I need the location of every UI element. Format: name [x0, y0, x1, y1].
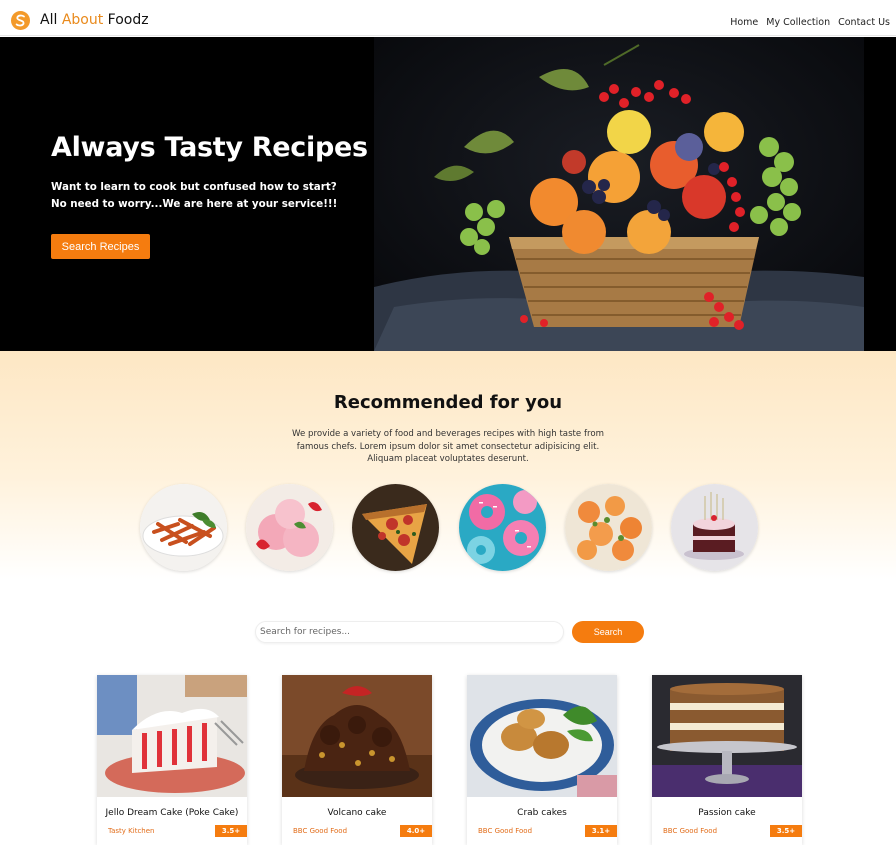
recipe-source[interactable]: Tasty Kitchen: [108, 827, 154, 835]
dish-circle-birthday-cake[interactable]: [671, 484, 758, 571]
search-input[interactable]: [255, 621, 564, 643]
nav-home[interactable]: Home: [730, 17, 758, 28]
hero-banner: Always Tasty Recipes Want to learn to co…: [0, 37, 896, 351]
recipe-image-volcano-cake[interactable]: [282, 675, 432, 797]
rating-badge: 3.5+: [215, 825, 247, 837]
recipe-card[interactable]: Crab cakes BBC Good Food 3.1+: [467, 675, 617, 845]
rating-badge: 3.5+: [770, 825, 802, 837]
dish-circle-ice-cream[interactable]: [246, 484, 333, 571]
dish-circle-shrimp[interactable]: [565, 484, 652, 571]
recipe-card[interactable]: Passion cake BBC Good Food 3.5+: [652, 675, 802, 845]
fruit-basket-image: [374, 37, 864, 351]
recipe-title[interactable]: Passion cake: [652, 808, 802, 818]
brand-name[interactable]: All About Foodz: [40, 12, 149, 28]
brand-part1: All: [40, 12, 62, 28]
brand-part2: Foodz: [103, 12, 149, 28]
dish-circle-pizza[interactable]: [352, 484, 439, 571]
rating-badge: 4.0+: [400, 825, 432, 837]
brand-highlight: About: [61, 12, 104, 28]
recipe-card[interactable]: Volcano cake BBC Good Food 4.0+: [282, 675, 432, 845]
dish-circle-pasta[interactable]: [140, 484, 227, 571]
search-recipes-button[interactable]: Search Recipes: [51, 234, 150, 259]
nav-links: Home My Collection Contact Us: [730, 17, 890, 28]
logo-icon[interactable]: [11, 11, 30, 30]
nav-my-collection[interactable]: My Collection: [766, 17, 830, 28]
recipe-source[interactable]: BBC Good Food: [478, 827, 532, 835]
recipe-title[interactable]: Volcano cake: [282, 808, 432, 818]
rating-badge: 3.1+: [585, 825, 617, 837]
recipe-source[interactable]: BBC Good Food: [293, 827, 347, 835]
hero-subtitle: Want to learn to cook but confused how t…: [51, 179, 337, 213]
recommended-section: Recommended for you We provide a variety…: [0, 351, 896, 580]
dish-circle-donuts[interactable]: [459, 484, 546, 571]
recipe-image-crab-cakes[interactable]: [467, 675, 617, 797]
recipe-image-passion-cake[interactable]: [652, 675, 802, 797]
hero-title: Always Tasty Recipes: [51, 132, 368, 163]
recipe-source[interactable]: BBC Good Food: [663, 827, 717, 835]
hero-subtitle-line2: No need to worry...We are here at your s…: [51, 198, 338, 210]
recommended-title: Recommended for you: [333, 392, 563, 413]
nav-contact-us[interactable]: Contact Us: [838, 17, 890, 28]
recipe-image-poke-cake[interactable]: [97, 675, 247, 797]
recommended-description: We provide a variety of food and beverag…: [292, 429, 604, 464]
recipe-card[interactable]: Jello Dream Cake (Poke Cake) Tasty Kitch…: [97, 675, 247, 845]
recipe-title[interactable]: Jello Dream Cake (Poke Cake): [97, 808, 247, 818]
hero-subtitle-line1: Want to learn to cook but confused how t…: [51, 181, 337, 193]
search-button[interactable]: Search: [572, 621, 644, 643]
recipe-title[interactable]: Crab cakes: [467, 808, 617, 818]
top-navbar: All About Foodz Home My Collection Conta…: [0, 0, 896, 36]
